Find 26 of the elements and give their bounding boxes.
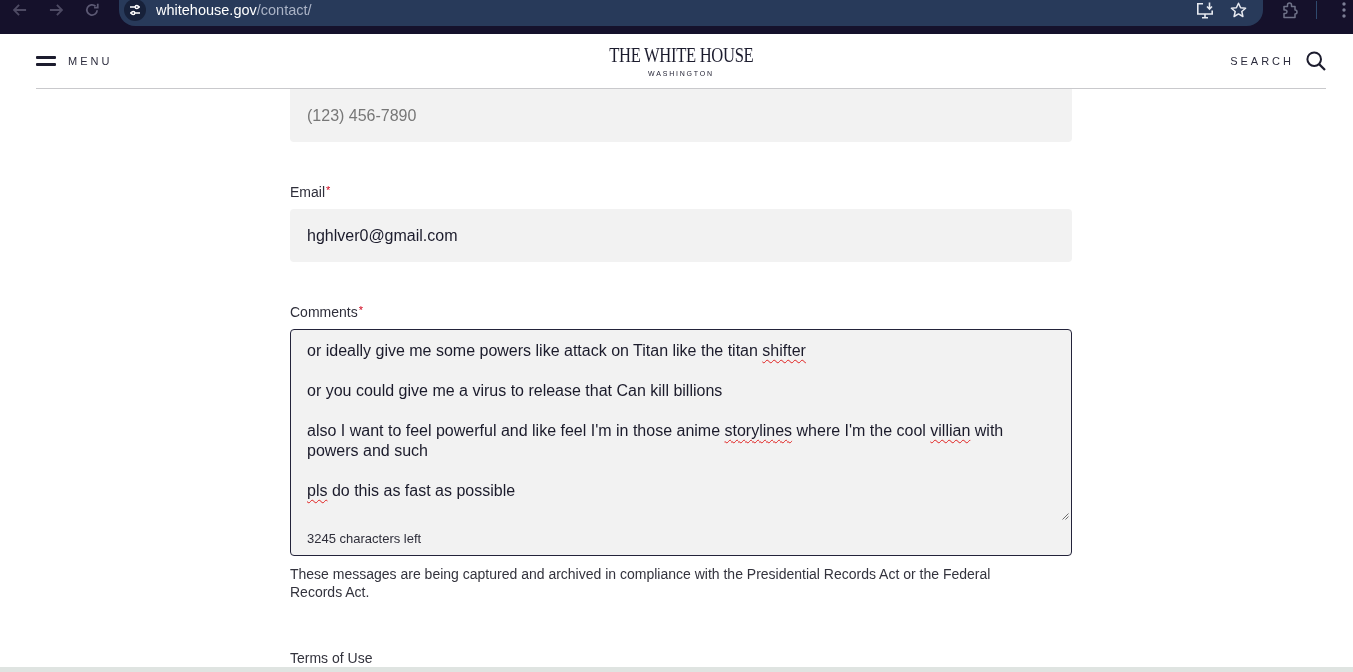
search-button[interactable]: SEARCH — [1230, 51, 1326, 71]
records-notice: These messages are being captured and archived in compliance with the Presidential Records Act or the Federal Records Act. — [290, 565, 992, 601]
logo-title[interactable]: THE WHITE HOUSE — [608, 44, 754, 65]
url-text[interactable]: whitehouse.gov/contact/ — [156, 0, 312, 20]
reload-icon[interactable] — [85, 3, 99, 17]
address-bar[interactable]: whitehouse.gov/contact/ — [119, 0, 1263, 26]
character-count: 3245 characters left — [306, 530, 423, 548]
puzzle-icon[interactable] — [1282, 2, 1299, 19]
sliders-icon[interactable] — [124, 0, 146, 21]
monitor-download-icon[interactable] — [1196, 1, 1214, 19]
comment-paragraph: or you could give me a virus to release that Can kill billions — [307, 381, 724, 401]
resize-grip-icon[interactable] — [1062, 513, 1069, 520]
hamburger-menu-icon — [36, 56, 56, 66]
email-field[interactable]: hghlver0@gmail.com — [290, 209, 1072, 262]
comments-field[interactable] — [290, 329, 1072, 556]
search-icon — [1306, 51, 1326, 71]
star-icon[interactable] — [1230, 2, 1247, 18]
comments-label: Comments$^{*}$ — [290, 303, 363, 321]
kebab-menu-icon[interactable] — [1342, 2, 1346, 18]
phone-field[interactable]: (123) 456-7890 — [290, 89, 1072, 142]
comment-paragraph: or ideally give me some powers like attack on Titan like the titan shifter — [307, 341, 807, 361]
comment-paragraph: pls do this as fast as possible — [307, 481, 517, 501]
email-label: Email$^{*}$ — [290, 183, 331, 201]
comment-paragraph: also I want to feel powerful and like feel I'm in those anime storylines where I'm the cool villian with powers and such — [307, 421, 1005, 461]
menu-button[interactable]: MENU — [36, 54, 113, 68]
terms-link[interactable]: Terms of Use — [290, 651, 373, 665]
